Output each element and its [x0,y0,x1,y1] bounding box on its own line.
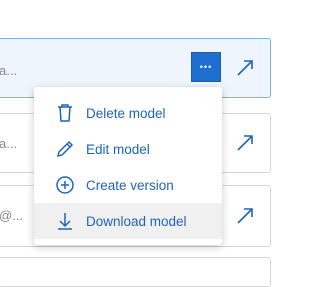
row-truncated-text: a... [0,136,18,151]
menu-item-label: Delete model [86,105,166,121]
model-context-menu: Delete model Edit model Create version D… [34,87,222,245]
more-actions-button[interactable]: ••• [191,52,221,82]
row-truncated-text: a... [0,63,18,78]
model-row-4[interactable] [0,257,271,287]
pencil-icon [54,138,76,160]
menu-item-label: Create version [86,177,174,193]
open-arrow-icon[interactable] [234,57,256,79]
open-arrow-icon[interactable] [234,205,256,227]
download-icon [54,210,76,232]
menu-item-edit-model[interactable]: Edit model [34,131,222,167]
plus-circle-icon [54,174,76,196]
trash-icon [54,102,76,124]
menu-item-create-version[interactable]: Create version [34,167,222,203]
menu-item-delete-model[interactable]: Delete model [34,95,222,131]
ellipsis-icon: ••• [199,61,213,72]
menu-item-label: Edit model [86,141,150,157]
menu-item-label: Download model [86,213,187,229]
open-arrow-icon[interactable] [234,132,256,154]
row-truncated-text: @... [0,208,24,223]
menu-item-download-model[interactable]: Download model [34,203,222,239]
